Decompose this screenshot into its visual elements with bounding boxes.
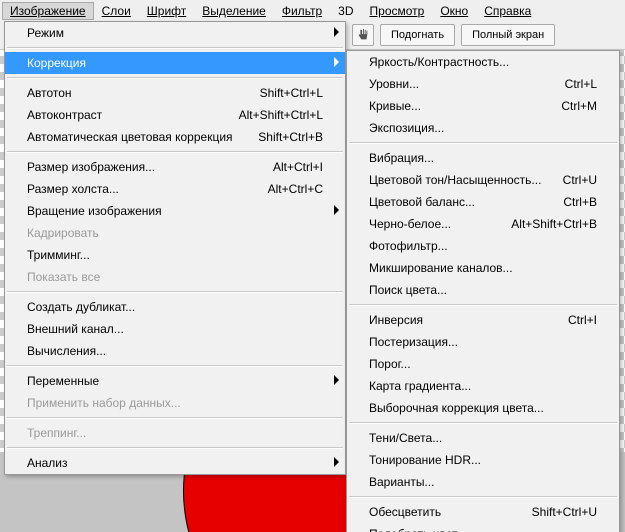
submenu-arrow-icon [334,457,339,467]
menu-item-curves[interactable]: Кривые...Ctrl+M [347,95,619,117]
menu-item-vibrance[interactable]: Вибрация... [347,147,619,169]
menu-bar: Изображение Слои Шрифт Выделение Фильтр … [0,0,625,22]
menu-item-hdr-toning[interactable]: Тонирование HDR... [347,449,619,471]
menu-item-brightness-contrast[interactable]: Яркость/Контрастность... [347,51,619,73]
submenu-arrow-icon [334,27,339,37]
menu-item-crop: Кадрировать [5,222,345,244]
menu-item-desaturate[interactable]: ОбесцветитьShift+Ctrl+U [347,501,619,523]
menu-3d[interactable]: 3D [330,2,361,20]
menu-item-match-color[interactable]: Подобрать цвет... [347,523,619,532]
image-menu-dropdown: Режим Коррекция АвтотонShift+Ctrl+L Авто… [4,21,346,475]
menu-item-calculations[interactable]: Вычисления... [5,340,345,362]
menu-item-duplicate[interactable]: Создать дубликат... [5,296,345,318]
menu-item-apply-image[interactable]: Внешний канал... [5,318,345,340]
submenu-arrow-icon [334,375,339,385]
menu-item-channel-mixer[interactable]: Микширование каналов... [347,257,619,279]
menu-item-adjustments[interactable]: Коррекция [5,52,345,74]
menu-item-trim[interactable]: Тримминг... [5,244,345,266]
fullscreen-button[interactable]: Полный экран [461,24,555,46]
menu-item-levels[interactable]: Уровни...Ctrl+L [347,73,619,95]
menu-item-black-white[interactable]: Черно-белое...Alt+Shift+Ctrl+B [347,213,619,235]
menu-item-auto-color[interactable]: Автоматическая цветовая коррекцияShift+C… [5,126,345,148]
menu-select[interactable]: Выделение [194,2,274,20]
menu-item-color-lookup[interactable]: Поиск цвета... [347,279,619,301]
menu-item-variables[interactable]: Переменные [5,370,345,392]
menu-item-gradient-map[interactable]: Карта градиента... [347,375,619,397]
menu-item-shadows-highlights[interactable]: Тени/Света... [347,427,619,449]
menu-item-hue-saturation[interactable]: Цветовой тон/Насыщенность...Ctrl+U [347,169,619,191]
menu-item-invert[interactable]: ИнверсияCtrl+I [347,309,619,331]
menu-item-photo-filter[interactable]: Фотофильтр... [347,235,619,257]
menu-item-trap: Треппинг... [5,422,345,444]
menu-image[interactable]: Изображение [2,2,94,20]
hand-tool-button[interactable] [352,24,374,46]
menu-item-threshold[interactable]: Порог... [347,353,619,375]
menu-layers[interactable]: Слои [94,2,139,20]
menu-item-mode[interactable]: Режим [5,22,345,44]
menu-window[interactable]: Окно [432,2,476,20]
menu-item-color-balance[interactable]: Цветовой баланс...Ctrl+B [347,191,619,213]
menu-item-image-size[interactable]: Размер изображения...Alt+Ctrl+I [5,156,345,178]
menu-filter[interactable]: Фильтр [274,2,330,20]
menu-item-analysis[interactable]: Анализ [5,452,345,474]
menu-item-variations[interactable]: Варианты... [347,471,619,493]
menu-item-image-rotation[interactable]: Вращение изображения [5,200,345,222]
fit-button[interactable]: Подогнать [380,24,455,46]
menu-item-selective-color[interactable]: Выборочная коррекция цвета... [347,397,619,419]
hand-icon [356,28,370,42]
submenu-arrow-icon [334,57,339,67]
menu-item-posterize[interactable]: Постеризация... [347,331,619,353]
adjustments-submenu: Яркость/Контрастность... Уровни...Ctrl+L… [346,50,620,532]
menu-item-auto-tone[interactable]: АвтотонShift+Ctrl+L [5,82,345,104]
menu-help[interactable]: Справка [476,2,539,20]
menu-item-auto-contrast[interactable]: АвтоконтрастAlt+Shift+Ctrl+L [5,104,345,126]
menu-item-canvas-size[interactable]: Размер холста...Alt+Ctrl+C [5,178,345,200]
submenu-arrow-icon [334,205,339,215]
menu-view[interactable]: Просмотр [362,2,433,20]
menu-item-exposure[interactable]: Экспозиция... [347,117,619,139]
menu-type[interactable]: Шрифт [139,2,194,20]
menu-item-apply-data-set: Применить набор данных... [5,392,345,414]
menu-item-reveal-all: Показать все [5,266,345,288]
